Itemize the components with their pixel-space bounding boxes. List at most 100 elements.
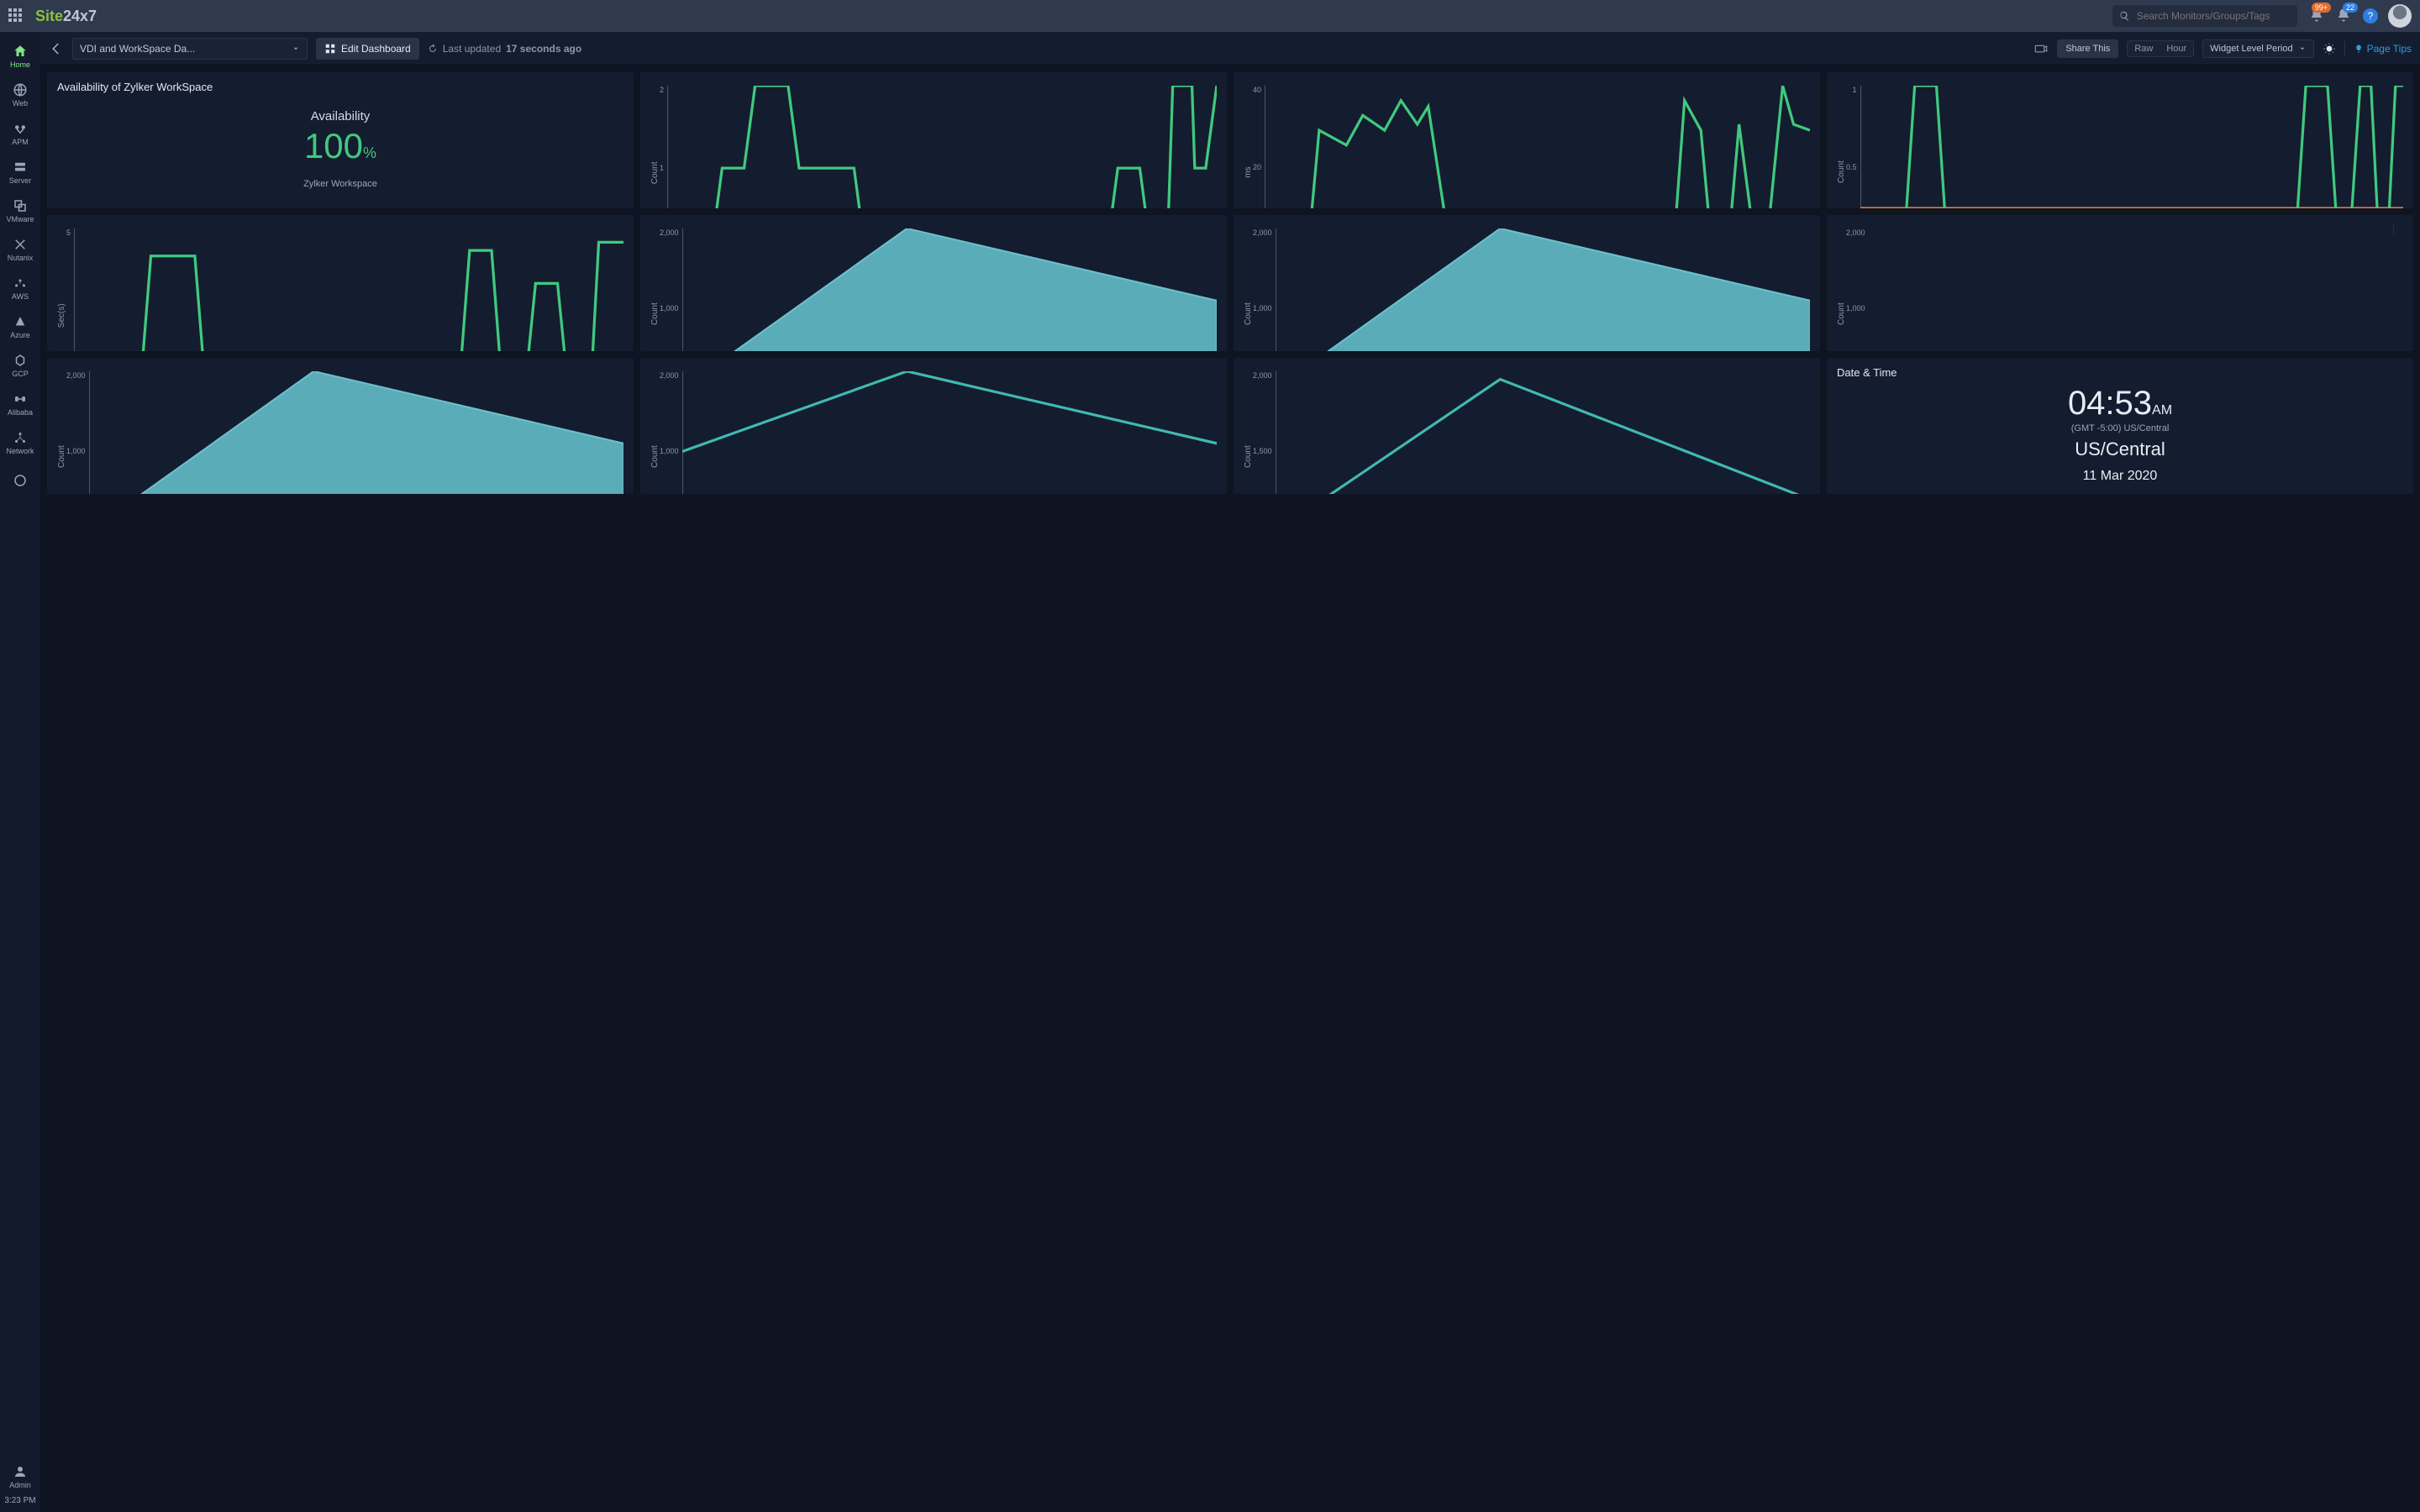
ylabel: Count: [57, 371, 66, 494]
seg-raw[interactable]: Raw: [2128, 41, 2160, 56]
card-maxconc[interactable]: Maximum Concurrent Connections of Zylker…: [1827, 215, 2413, 351]
refresh-icon[interactable]: [428, 44, 438, 54]
sidebar-label: Server: [9, 176, 32, 185]
back-icon[interactable]: [49, 41, 64, 56]
seg-hour[interactable]: Hour: [2160, 41, 2193, 56]
ylabel: Count: [1837, 86, 1846, 208]
sidebar: Home Web APM Server VMware Nutanix AWS: [0, 32, 40, 1512]
share-button[interactable]: Share This: [2057, 39, 2118, 58]
globe-more-icon: [13, 473, 28, 488]
nutanix-icon: [13, 237, 28, 252]
sidebar-label: APM: [12, 138, 29, 146]
sidebar-label: Home: [10, 60, 30, 69]
sidebar-label: VMware: [6, 215, 34, 223]
sidebar-label: Network: [6, 447, 34, 455]
topbar: Site24x7 99+ 22 ?: [0, 0, 2420, 32]
sidebar-item-network[interactable]: Network: [0, 423, 40, 462]
logo: Site24x7: [35, 8, 97, 25]
card-clock[interactable]: Date & Time 04:53AM (GMT -5:00) US/Centr…: [1827, 358, 2413, 494]
search-icon: [2119, 10, 2130, 22]
sidebar-item-server[interactable]: Server: [0, 153, 40, 192]
sidebar-label: Alibaba: [8, 408, 33, 417]
clock-region: US/Central: [2075, 438, 2165, 460]
top-icons: 99+ 22 ?: [2309, 4, 2412, 28]
alibaba-icon: [13, 391, 28, 407]
projector-icon[interactable]: [2033, 41, 2049, 56]
avail-label: Availability: [311, 109, 371, 123]
ylabel: Count: [650, 228, 660, 351]
sidebar-item-more[interactable]: [0, 462, 40, 501]
ylabel: Sec(s): [57, 228, 66, 351]
sidebar-label: Admin: [9, 1481, 31, 1489]
avail-value: 100%: [304, 129, 376, 164]
sidebar-clock: 3:23 PM: [4, 1496, 35, 1505]
theme-toggle-icon[interactable]: [2323, 42, 2336, 55]
notifications-bell-icon[interactable]: 99+: [2309, 8, 2326, 24]
sidebar-label: Nutanix: [8, 254, 34, 262]
card-localsess[interactable]: Total Local Sessions of Zylker VDI Count…: [1234, 215, 1820, 351]
notif-badge-2: 22: [2343, 3, 2358, 13]
sidebar-item-home[interactable]: Home: [0, 37, 40, 76]
card-entapp[interactable]: Overall vs Entitled Local Application Se…: [1234, 358, 1820, 494]
clock-tz: (GMT -5:00) US/Central: [2071, 423, 2170, 433]
ylabel: Count: [1244, 371, 1253, 494]
admin-icon: [13, 1464, 28, 1479]
avail-sub: Zylker Workspace: [303, 179, 377, 189]
apm-icon: [13, 121, 28, 136]
notif-badge-1: 99+: [2312, 3, 2331, 13]
clock-date: 11 Mar 2020: [2083, 469, 2158, 484]
aws-icon: [13, 276, 28, 291]
dashboard-name: VDI and WorkSpace Da...: [80, 43, 195, 55]
sidebar-item-vmware[interactable]: VMware: [0, 192, 40, 230]
sidebar-item-nutanix[interactable]: Nutanix: [0, 230, 40, 269]
chevron-down-icon: [2298, 45, 2307, 53]
ylabel: ms: [1244, 86, 1253, 208]
card-launch[interactable]: Session Launch Time of Zylker WorkSpace …: [47, 215, 634, 351]
search-field[interactable]: [2135, 9, 2291, 23]
sidebar-item-admin[interactable]: Admin: [0, 1457, 40, 1496]
bulb-icon: [2354, 44, 2364, 54]
card-tunneled[interactable]: Total Tunneled Connections of Zylker VDI…: [47, 358, 634, 494]
ylabel: Count: [650, 371, 660, 494]
sidebar-item-apm[interactable]: APM: [0, 114, 40, 153]
card-availability[interactable]: Availability of Zylker WorkSpace Availab…: [47, 72, 634, 208]
ylabel: Count: [1837, 228, 1846, 351]
edit-label: Edit Dashboard: [341, 43, 411, 55]
sidebar-item-aws[interactable]: AWS: [0, 269, 40, 307]
help-icon[interactable]: ?: [2363, 8, 2378, 24]
avatar[interactable]: [2388, 4, 2412, 28]
ylabel: Count: [1244, 228, 1253, 351]
card-connections[interactable]: Connections of Zylker WorkSpace Count 21…: [640, 72, 1227, 208]
server-icon: [13, 160, 28, 175]
dashboard-grid: Availability of Zylker WorkSpace Availab…: [40, 66, 2420, 1512]
dashboard-grid-icon: [324, 43, 336, 55]
page-tips-link[interactable]: Page Tips: [2354, 43, 2412, 55]
clock-time: 04:53AM: [2068, 386, 2172, 420]
sidebar-item-web[interactable]: Web: [0, 76, 40, 114]
globe-icon: [13, 82, 28, 97]
card-disconnect[interactable]: Session Disconnect of Zylker WorkSpace C…: [1827, 72, 2413, 208]
ylabel: Count: [650, 86, 660, 208]
card-entdesktop[interactable]: Overall vs Entitled Local Desktop Sessio…: [640, 358, 1227, 494]
edit-dashboard-button[interactable]: Edit Dashboard: [316, 38, 419, 60]
card-refresh-icon[interactable]: [2393, 223, 2405, 235]
gcp-icon: [13, 353, 28, 368]
card-title: Date & Time: [1837, 366, 2403, 379]
last-updated: Last updated 17 seconds ago: [428, 43, 581, 55]
card-title: Availability of Zylker WorkSpace: [57, 81, 623, 93]
sidebar-item-azure[interactable]: Azure: [0, 307, 40, 346]
vmware-icon: [13, 198, 28, 213]
widget-period-selector[interactable]: Widget Level Period: [2202, 39, 2313, 58]
alarms-bell-icon[interactable]: 22: [2336, 8, 2353, 24]
card-latency[interactable]: In Session Latency of Zylker WorkSpace m…: [1234, 72, 1820, 208]
divider: [2344, 41, 2345, 56]
dashboard-toolbar: VDI and WorkSpace Da... Edit Dashboard L…: [40, 32, 2420, 66]
search-input[interactable]: [2112, 5, 2297, 27]
app-launcher-icon[interactable]: [8, 8, 24, 24]
network-icon: [13, 430, 28, 445]
raw-hour-toggle[interactable]: Raw Hour: [2127, 40, 2194, 57]
sidebar-item-gcp[interactable]: GCP: [0, 346, 40, 385]
sidebar-item-alibaba[interactable]: Alibaba: [0, 385, 40, 423]
dashboard-selector[interactable]: VDI and WorkSpace Da...: [72, 38, 308, 60]
card-desktops[interactable]: Total Virtual Desktops of Zylker VDI Cou…: [640, 215, 1227, 351]
